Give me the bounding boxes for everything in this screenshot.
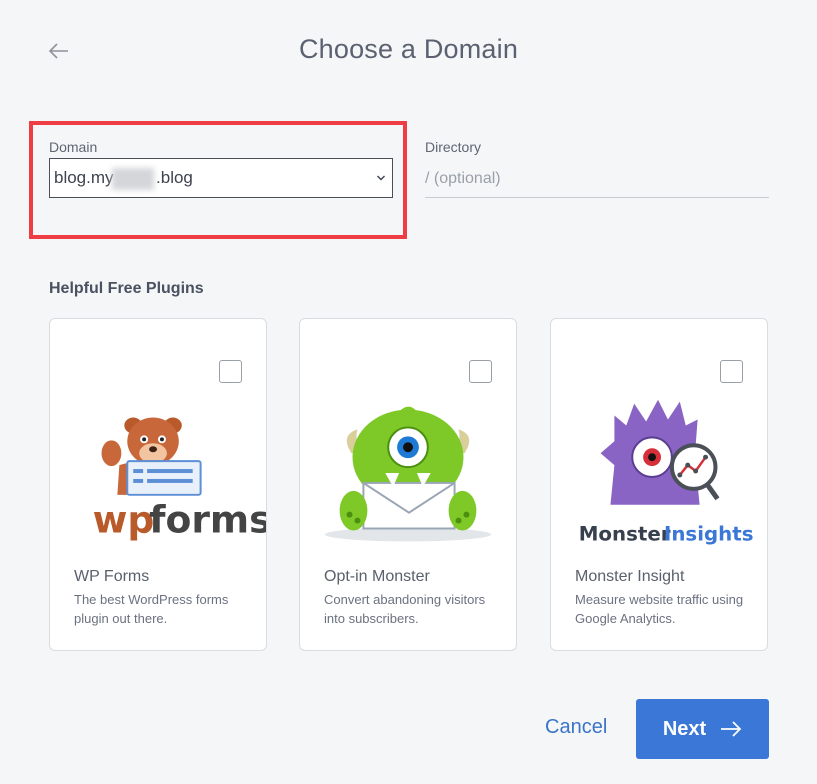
cancel-button[interactable]: Cancel — [545, 716, 607, 739]
next-button-label: Next — [662, 717, 707, 740]
plugin-card-wpforms[interactable]: wp forms WP Forms The best WordPress for… — [49, 318, 267, 651]
wpforms-checkbox[interactable] — [219, 360, 242, 383]
plugin-description: The best WordPress forms plugin out ther… — [74, 592, 229, 626]
plugin-card-monsterinsights[interactable]: Monster Insights Monster Insight Measure… — [550, 318, 768, 651]
monsterinsights-logo-monster: Monster — [579, 522, 671, 545]
page-title: Choose a Domain — [298, 34, 519, 64]
chevron-down-icon — [377, 175, 385, 181]
monsterinsights-checkbox[interactable] — [720, 360, 743, 383]
monsterinsights-logo-insights: Insights — [664, 522, 754, 545]
optinmonster-checkbox[interactable] — [469, 360, 492, 383]
directory-placeholder: / (optional) — [425, 169, 501, 187]
monsterinsights-logo: Monster Insights — [579, 399, 754, 545]
plugin-card-optinmonster[interactable]: Opt-in Monster Convert abandoning visito… — [299, 318, 517, 651]
arrow-right-icon — [721, 721, 742, 737]
directory-input[interactable]: / (optional) — [425, 160, 769, 198]
plugin-name: Opt-in Monster — [324, 568, 430, 585]
plugin-description: Measure website traffic using Google Ana… — [575, 592, 744, 626]
wpforms-logo: wp forms — [93, 417, 266, 541]
plugin-description: Convert abandoning visitors into subscri… — [324, 592, 486, 626]
wpforms-logo-forms: forms — [149, 497, 266, 541]
directory-label: Directory — [425, 139, 482, 155]
domain-label: Domain — [49, 139, 98, 155]
plugin-name: WP Forms — [74, 568, 150, 585]
plugin-name: Monster Insight — [575, 568, 685, 585]
next-button[interactable]: Next — [636, 699, 769, 759]
redaction-blur — [112, 168, 154, 190]
wpforms-logo-wp: wp — [93, 497, 155, 541]
domain-select[interactable]: blog.my .blog — [49, 158, 393, 198]
plugins-section-title: Helpful Free Plugins — [49, 280, 204, 297]
optinmonster-logo — [324, 406, 492, 542]
